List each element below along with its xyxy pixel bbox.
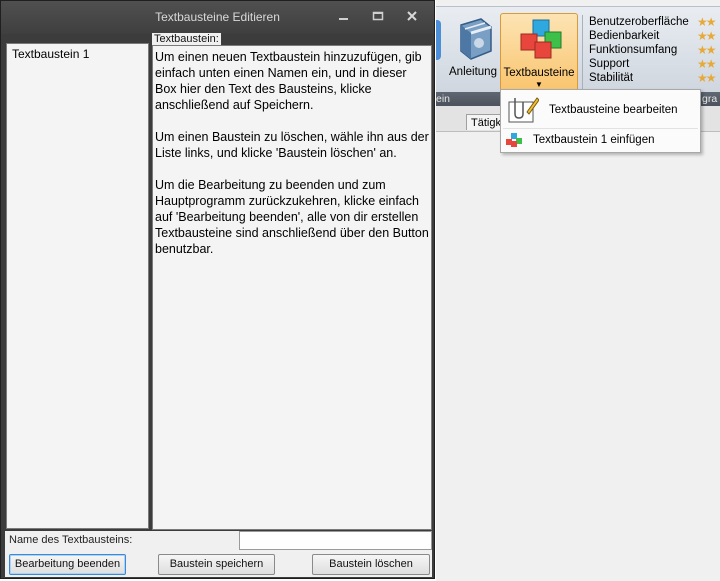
ribbon-partial-button[interactable] [436, 20, 441, 60]
button-bar: Bearbeitung beenden Baustein speichern B… [5, 551, 432, 577]
group-label-right: gra [702, 93, 718, 105]
textbausteine-list[interactable]: Textbaustein 1 [6, 43, 149, 529]
menu-item-textbausteine-bearbeiten[interactable]: Textbausteine bearbeiten [501, 90, 700, 128]
stars-icon: ★★ [697, 29, 716, 43]
editor-paragraph: Um die Bearbeitung zu beenden und zum Ha… [155, 178, 429, 256]
rating-list: Benutzeroberfläche ★★ Bedienbarkeit ★★ Fun… [589, 15, 720, 85]
editor-label: Textbaustein: [152, 33, 221, 45]
rating-row: Funktionsumfang ★★ [589, 43, 716, 57]
colored-cubes-icon [515, 18, 563, 65]
textbausteine-button[interactable]: Textbausteine ▼ [500, 13, 578, 93]
colored-cubes-small-icon [505, 133, 523, 150]
baustein-loeschen-button[interactable]: Baustein löschen [312, 554, 430, 575]
rating-row: Benutzeroberfläche ★★ [589, 15, 716, 29]
menu-item-textbaustein-einfuegen[interactable]: Textbaustein 1 einfügen [501, 128, 700, 152]
textbausteine-dropdown-menu: Textbausteine bearbeiten Textbaustein 1 … [500, 89, 701, 153]
list-item[interactable]: Textbaustein 1 [7, 44, 148, 64]
name-field[interactable] [239, 531, 432, 550]
menu-item-label: Textbausteine bearbeiten [549, 104, 678, 116]
editor-paragraph: Um einen neuen Textbaustein hinzuzufügen… [155, 50, 422, 112]
rating-row: Bedienbarkeit ★★ [589, 29, 716, 43]
stars-icon: ★★ [697, 15, 716, 29]
ribbon-divider [582, 15, 583, 95]
rating-row: Support ★★ [589, 57, 716, 71]
maximize-icon[interactable] [368, 7, 388, 25]
background-app: Anleitung Textbausteine ▼ Benutzeroberfl… [436, 0, 720, 581]
minimize-icon[interactable] [334, 7, 354, 25]
rating-row: Stabilität ★★ [589, 71, 716, 85]
baustein-speichern-button[interactable]: Baustein speichern [158, 554, 275, 575]
manual-books-icon [455, 17, 495, 64]
dropdown-arrow-icon: ▼ [535, 80, 543, 89]
name-row: Name des Textbausteins: [5, 531, 432, 551]
ribbon: Anleitung Textbausteine ▼ Benutzeroberfl… [436, 6, 720, 95]
menu-item-label: Textbaustein 1 einfügen [533, 134, 655, 146]
stars-icon: ★★ [697, 71, 716, 85]
textbausteine-dialog: Textbausteine Editieren Textbaustein 1 T… [0, 0, 435, 579]
group-label-left: ein [436, 93, 451, 105]
textbaustein-editor[interactable]: Um einen neuen Textbaustein hinzuzufügen… [152, 45, 432, 530]
stars-icon: ★★ [697, 43, 716, 57]
close-icon[interactable] [402, 7, 422, 25]
textbausteine-label: Textbausteine [503, 67, 575, 79]
stars-icon: ★★ [697, 57, 716, 71]
editor-paragraph: Um einen Baustein zu löschen, wähle ihn … [155, 130, 429, 160]
bearbeitung-beenden-button[interactable]: Bearbeitung beenden [9, 554, 126, 575]
anleitung-label: Anleitung [449, 66, 497, 78]
title-bar[interactable]: Textbausteine Editieren [1, 1, 434, 34]
anleitung-button[interactable]: Anleitung [445, 13, 501, 93]
name-field-label: Name des Textbausteins: [9, 534, 133, 546]
edit-pencil-icon [507, 94, 540, 127]
